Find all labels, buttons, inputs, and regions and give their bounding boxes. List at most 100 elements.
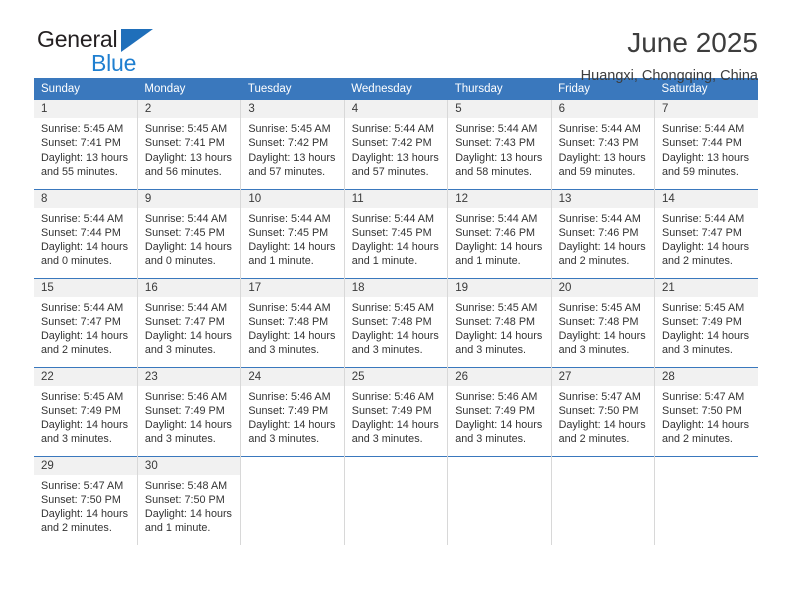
calendar-week-row: 22 Sunrise: 5:45 AM Sunset: 7:49 PM Dayligh…: [34, 366, 758, 456]
day-number: [241, 456, 344, 475]
sunrise-time: Sunrise: 5:45 AM: [662, 301, 745, 314]
sunrise-time: Sunrise: 5:44 AM: [662, 123, 745, 135]
sunrise-time: Sunrise: 5:47 AM: [662, 390, 745, 403]
title-block: June 2025 Huangxi, Chongqing, China: [581, 26, 758, 86]
day-details: Sunrise: 5:44 AM Sunset: 7:47 PM Daylight:…: [138, 297, 240, 358]
weekday-header-sunday: Sunday: [34, 78, 138, 100]
calendar-day-cell-empty: [344, 455, 449, 545]
day-details: Sunrise: 5:44 AM Sunset: 7:46 PM Daylight:…: [552, 208, 654, 269]
day-number: [655, 456, 758, 475]
calendar-day-cell[interactable]: 28 Sunrise: 5:47 AM Sunset: 7:50 PM Dayligh…: [654, 366, 758, 456]
day-number: 19: [448, 278, 551, 297]
calendar-day-cell[interactable]: 1 Sunrise: 5:45 AM Sunset: 7:41 PM Daylight…: [34, 100, 138, 189]
day-details: Sunrise: 5:46 AM Sunset: 7:49 PM Daylight:…: [448, 386, 550, 447]
day-details: Sunrise: 5:44 AM Sunset: 7:44 PM Daylight:…: [34, 208, 137, 269]
calendar-day-cell[interactable]: 10 Sunrise: 5:44 AM Sunset: 7:45 PM Dayligh…: [240, 188, 345, 278]
sunrise-time: Sunrise: 5:47 AM: [558, 390, 641, 403]
day-number: 3: [241, 100, 344, 118]
daylight-duration-line1: Daylight: 14 hours: [144, 419, 232, 432]
day-details: Sunrise: 5:47 AM Sunset: 7:50 PM Daylight:…: [552, 386, 654, 447]
calendar-day-cell[interactable]: 29 Sunrise: 5:47 AM Sunset: 7:50 PM Dayligh…: [34, 455, 138, 545]
sunrise-time: Sunrise: 5:45 AM: [41, 123, 124, 135]
daylight-duration-line1: Daylight: 14 hours: [558, 241, 646, 254]
day-number: 12: [448, 189, 551, 208]
calendar-day-cell[interactable]: 7 Sunrise: 5:44 AM Sunset: 7:44 PM Daylight…: [654, 100, 758, 189]
calendar-day-cell[interactable]: 4 Sunrise: 5:44 AM Sunset: 7:42 PM Daylight…: [344, 100, 449, 189]
day-number: 9: [137, 189, 241, 208]
daylight-duration-line1: Daylight: 13 hours: [351, 151, 439, 164]
calendar-day-cell[interactable]: 30 Sunrise: 5:48 AM Sunset: 7:50 PM Dayligh…: [137, 455, 242, 545]
calendar-day-cell[interactable]: 11 Sunrise: 5:44 AM Sunset: 7:45 PM Dayligh…: [344, 188, 449, 278]
day-number: 10: [241, 189, 344, 208]
day-number: 25: [344, 367, 448, 386]
sunrise-time: Sunrise: 5:45 AM: [351, 301, 434, 314]
calendar-day-cell[interactable]: 17 Sunrise: 5:44 AM Sunset: 7:48 PM Dayligh…: [240, 277, 345, 367]
sunrise-time: Sunrise: 5:46 AM: [455, 390, 538, 403]
calendar-page: General Blue June 2025 Huangxi, Chongqin…: [0, 0, 792, 612]
sunrise-time: Sunrise: 5:44 AM: [558, 212, 641, 225]
sunrise-time: Sunrise: 5:45 AM: [144, 123, 228, 135]
calendar-day-cell[interactable]: 8 Sunrise: 5:44 AM Sunset: 7:44 PM Daylight…: [34, 188, 138, 278]
daylight-duration-line2: and 58 minutes.: [455, 165, 533, 178]
calendar-day-cell[interactable]: 24 Sunrise: 5:46 AM Sunset: 7:49 PM Dayligh…: [240, 366, 345, 456]
daylight-duration-line2: and 3 minutes.: [455, 433, 527, 446]
calendar-day-cell[interactable]: 27 Sunrise: 5:47 AM Sunset: 7:50 PM Dayligh…: [551, 366, 656, 456]
daylight-duration-line2: and 59 minutes.: [662, 165, 739, 178]
daylight-duration-line1: Daylight: 14 hours: [248, 330, 336, 343]
day-details: Sunrise: 5:45 AM Sunset: 7:48 PM Daylight:…: [345, 297, 447, 358]
logo-top-row: General: [37, 26, 153, 52]
day-details: Sunrise: 5:44 AM Sunset: 7:43 PM Daylight:…: [448, 118, 550, 179]
daylight-duration-line2: and 3 minutes.: [558, 344, 630, 357]
day-number: 28: [655, 367, 758, 386]
calendar-day-cell[interactable]: 13 Sunrise: 5:44 AM Sunset: 7:46 PM Dayligh…: [551, 188, 656, 278]
sunset-time: Sunset: 7:44 PM: [662, 137, 742, 150]
sunset-time: Sunset: 7:46 PM: [455, 226, 536, 239]
sunrise-time: Sunrise: 5:44 AM: [558, 123, 641, 135]
daylight-duration-line2: and 1 minute.: [144, 522, 211, 535]
calendar-day-cell[interactable]: 15 Sunrise: 5:44 AM Sunset: 7:47 PM Dayligh…: [34, 277, 138, 367]
calendar-day-cell[interactable]: 22 Sunrise: 5:45 AM Sunset: 7:49 PM Dayligh…: [34, 366, 138, 456]
daylight-duration-line2: and 55 minutes.: [41, 165, 118, 178]
calendar-day-cell[interactable]: 20 Sunrise: 5:45 AM Sunset: 7:48 PM Dayligh…: [551, 277, 656, 367]
sunrise-time: Sunrise: 5:45 AM: [455, 301, 538, 314]
generalblue-logo[interactable]: General Blue: [34, 26, 153, 76]
calendar-day-cell-empty: [551, 455, 656, 545]
calendar-day-cell[interactable]: 14 Sunrise: 5:44 AM Sunset: 7:47 PM Dayligh…: [654, 188, 758, 278]
calendar-day-cell[interactable]: 16 Sunrise: 5:44 AM Sunset: 7:47 PM Dayligh…: [137, 277, 242, 367]
calendar-day-cell[interactable]: 26 Sunrise: 5:46 AM Sunset: 7:49 PM Dayligh…: [447, 366, 552, 456]
sunrise-time: Sunrise: 5:48 AM: [144, 479, 228, 492]
calendar-day-cell[interactable]: 19 Sunrise: 5:45 AM Sunset: 7:48 PM Dayligh…: [447, 277, 552, 367]
calendar-day-cell[interactable]: 25 Sunrise: 5:46 AM Sunset: 7:49 PM Dayligh…: [344, 366, 449, 456]
daylight-duration-line1: Daylight: 13 hours: [455, 151, 543, 164]
daylight-duration-line1: Daylight: 14 hours: [248, 419, 336, 432]
day-details: Sunrise: 5:45 AM Sunset: 7:48 PM Daylight:…: [552, 297, 654, 358]
sunrise-time: Sunrise: 5:44 AM: [248, 301, 331, 314]
day-details: Sunrise: 5:45 AM Sunset: 7:49 PM Daylight:…: [34, 386, 137, 447]
day-details: Sunrise: 5:44 AM Sunset: 7:48 PM Daylight:…: [241, 297, 343, 358]
calendar-day-cell[interactable]: 18 Sunrise: 5:45 AM Sunset: 7:48 PM Dayligh…: [344, 277, 449, 367]
calendar-day-cell[interactable]: 23 Sunrise: 5:46 AM Sunset: 7:49 PM Dayligh…: [137, 366, 242, 456]
calendar-day-cell[interactable]: 5 Sunrise: 5:44 AM Sunset: 7:43 PM Daylight…: [447, 100, 552, 189]
sunset-time: Sunset: 7:49 PM: [248, 404, 329, 417]
weekday-header-thursday: Thursday: [447, 78, 552, 100]
calendar-day-cell[interactable]: 3 Sunrise: 5:45 AM Sunset: 7:42 PM Daylight…: [240, 100, 345, 189]
sunset-time: Sunset: 7:49 PM: [351, 404, 432, 417]
sunrise-time: Sunrise: 5:44 AM: [351, 123, 434, 135]
calendar-day-cell[interactable]: 9 Sunrise: 5:44 AM Sunset: 7:45 PM Daylight…: [137, 188, 242, 278]
calendar-day-cell[interactable]: 21 Sunrise: 5:45 AM Sunset: 7:49 PM Dayligh…: [654, 277, 758, 367]
calendar-day-cell[interactable]: 2 Sunrise: 5:45 AM Sunset: 7:41 PM Daylight…: [137, 100, 242, 189]
daylight-duration-line2: and 1 minute.: [455, 255, 521, 268]
daylight-duration-line2: and 2 minutes.: [662, 433, 733, 446]
daylight-duration-line2: and 3 minutes.: [351, 344, 423, 357]
calendar-day-cell[interactable]: 6 Sunrise: 5:44 AM Sunset: 7:43 PM Daylight…: [551, 100, 656, 189]
sunset-time: Sunset: 7:45 PM: [248, 226, 329, 239]
day-details: Sunrise: 5:47 AM Sunset: 7:50 PM Daylight:…: [34, 475, 137, 536]
daylight-duration-line2: and 57 minutes.: [351, 165, 429, 178]
calendar-day-cell[interactable]: 12 Sunrise: 5:44 AM Sunset: 7:46 PM Dayligh…: [447, 188, 552, 278]
daylight-duration-line1: Daylight: 13 hours: [248, 151, 336, 164]
weekday-header-wednesday: Wednesday: [344, 78, 448, 100]
weekday-header-monday: Monday: [137, 78, 241, 100]
day-number: 13: [551, 189, 655, 208]
sunset-time: Sunset: 7:48 PM: [455, 315, 536, 328]
daylight-duration-line2: and 1 minute.: [248, 255, 314, 268]
